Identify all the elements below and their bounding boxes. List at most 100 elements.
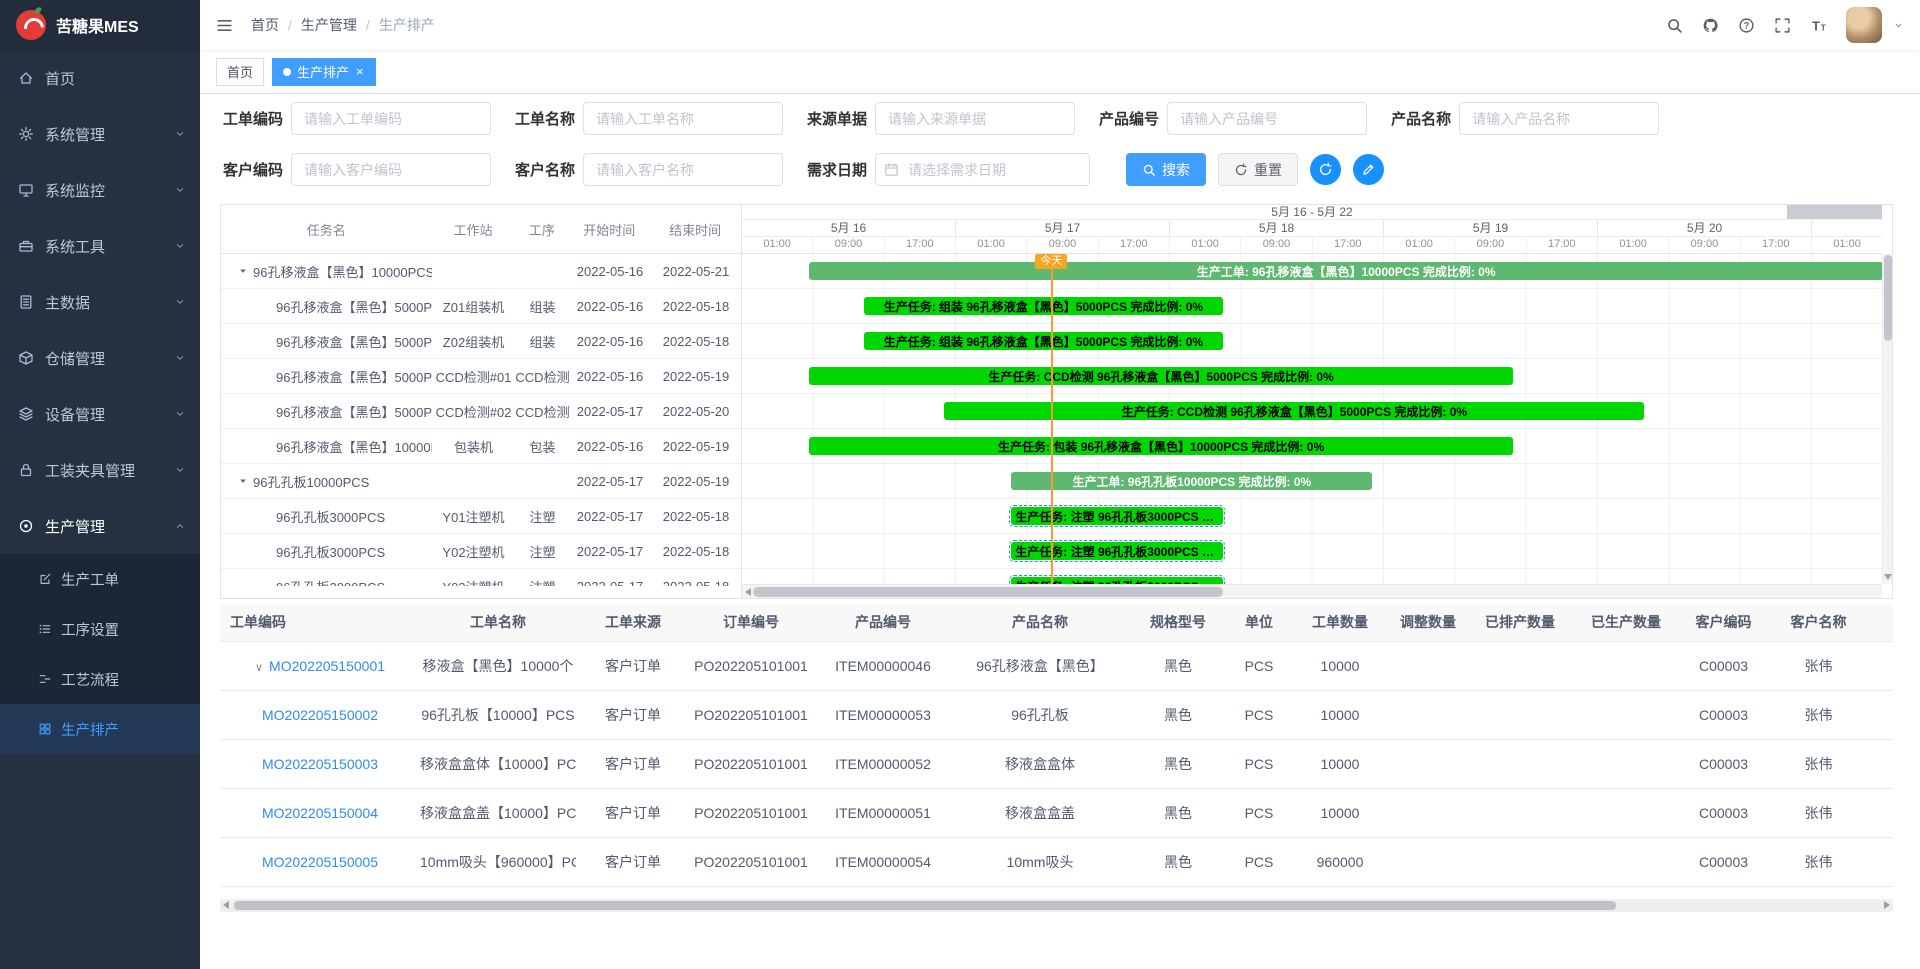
gantt-bar-order[interactable]: 生产工单: 96孔移液盒【黑色】10000PCS 完成比例: 0% — [809, 262, 1882, 280]
工单名称-input[interactable] — [583, 102, 783, 135]
order-row[interactable]: MO20220515000510mm吸头【960000】PCS客户订单PO202… — [220, 837, 1893, 886]
filter-label: 客户名称 — [515, 159, 575, 180]
search-icon[interactable] — [1666, 17, 1683, 34]
orders-hscroll-thumb[interactable] — [234, 901, 1616, 910]
sidebar-item-首页[interactable]: 首页 — [0, 50, 200, 106]
gantt-task-row[interactable]: 96孔移液盒【黑色】10000PCS2022-05-162022-05-21 — [221, 254, 741, 289]
客户编码-input[interactable] — [291, 153, 491, 186]
question-icon[interactable]: ? — [1738, 17, 1755, 34]
search-button[interactable]: 搜索 — [1126, 153, 1206, 186]
gantt-task-row[interactable]: 96孔移液盒【黑色】5000PCSCCD检测#02CCD检测2022-05-17… — [221, 394, 741, 429]
user-avatar[interactable] — [1846, 7, 1882, 43]
filter-panel: 工单编码工单名称来源单据产品编号产品名称 客户编码客户名称需求日期 搜索 重置 — [200, 94, 1920, 186]
tab-close-icon[interactable]: × — [355, 65, 365, 78]
order-row[interactable]: MO20220515000296孔孔板【10000】PCS客户订单PO20220… — [220, 690, 1893, 739]
gantt-bar-task[interactable]: 生产任务: CCD检测 96孔移液盒【黑色】5000PCS 完成比例: 0% — [809, 367, 1513, 385]
gantt-bar-task[interactable]: 生产任务: 注塑 96孔孔板3000PCS 完成比例: 0% — [1011, 577, 1222, 584]
tab-bar: 首页生产排产× — [200, 50, 1920, 94]
来源单据-input[interactable] — [875, 102, 1075, 135]
task-process: CCD检测 — [515, 367, 570, 386]
gantt-task-row[interactable]: 96孔孔板3000PCSY03注塑机注塑2022-05-172022-05-18 — [221, 569, 741, 586]
github-icon[interactable] — [1702, 17, 1719, 34]
gantt-horizontal-scrollbar[interactable] — [742, 584, 1882, 598]
gantt-hscroll-thumb[interactable] — [753, 587, 1223, 597]
gantt-task-row[interactable]: 96孔移液盒【黑色】5000PCSCCD检测#01CCD检测2022-05-16… — [221, 359, 741, 394]
gantt-range-band: 5月 16 - 5月 22 — [742, 205, 1882, 220]
gantt-bar-task[interactable]: 生产任务: 包装 96孔移液盒【黑色】10000PCS 完成比例: 0% — [809, 437, 1513, 455]
gantt-bar-task[interactable]: 生产任务: 组装 96孔移液盒【黑色】5000PCS 完成比例: 0% — [864, 332, 1222, 350]
work-order-link[interactable]: MO202205150004 — [262, 805, 378, 821]
order-row[interactable]: MO202205150004移液盒盒盖【10000】PCS客户订单PO20220… — [220, 788, 1893, 837]
scroll-left-arrow-icon[interactable] — [223, 901, 229, 909]
order-cell: 96孔移液盒【黑色】 — [954, 641, 1126, 690]
work-order-link[interactable]: MO202205150002 — [262, 707, 378, 723]
sidebar-subitem-工艺流程[interactable]: 工艺流程 — [0, 654, 200, 704]
工单编码-input[interactable] — [291, 102, 491, 135]
gantt-bar-order[interactable]: 生产工单: 96孔孔板10000PCS 完成比例: 0% — [1011, 472, 1372, 490]
scroll-left-arrow-icon[interactable] — [745, 588, 751, 596]
gantt-vscroll-thumb[interactable] — [1884, 255, 1892, 341]
gantt-task-row[interactable]: 96孔孔板3000PCSY01注塑机注塑2022-05-172022-05-18 — [221, 499, 741, 534]
order-row[interactable]: MO202205150003移液盒盒体【10000】PCS客户订单PO20220… — [220, 739, 1893, 788]
产品编号-input[interactable] — [1167, 102, 1367, 135]
order-cell: 客户订单 — [576, 641, 690, 690]
gantt-bar-task[interactable]: 生产任务: 注塑 96孔孔板3000PCS 完成比例: 0% — [1011, 542, 1222, 560]
active-tab-dot — [283, 68, 291, 76]
sidebar-item-生产管理[interactable]: 生产管理 — [0, 498, 200, 554]
refresh-gantt-button[interactable] — [1310, 154, 1341, 185]
sidebar-subitem-工序设置[interactable]: 工序设置 — [0, 604, 200, 654]
gantt-task-row[interactable]: 96孔孔板10000PCS2022-05-172022-05-19 — [221, 464, 741, 499]
gantt-task-row[interactable]: 96孔移液盒【黑色】5000PCSZ01组装机组装2022-05-162022-… — [221, 289, 741, 324]
reset-button[interactable]: 重置 — [1218, 153, 1298, 186]
order-cell: PO202205101001 — [690, 739, 812, 788]
order-row[interactable]: ∨MO202205150001移液盒【黑色】10000个客户订单PO202205… — [220, 641, 1893, 690]
sidebar-item-设备管理[interactable]: 设备管理 — [0, 386, 200, 442]
sidebar-item-系统工具[interactable]: 系统工具 — [0, 218, 200, 274]
user-menu-caret-icon[interactable] — [1893, 20, 1904, 31]
order-cell: 黑色 — [1126, 641, 1230, 690]
sidebar-toggle-hamburger-icon[interactable] — [216, 17, 233, 34]
sidebar-item-主数据[interactable]: 主数据 — [0, 274, 200, 330]
work-order-link[interactable]: MO202205150001 — [269, 658, 385, 674]
需求日期-input[interactable] — [875, 153, 1090, 186]
orders-column-header: 规格型号 — [1126, 604, 1230, 641]
font-size-icon[interactable]: TT — [1810, 17, 1827, 34]
work-order-link[interactable]: MO202205150003 — [262, 756, 378, 772]
orders-horizontal-scrollbar[interactable] — [220, 899, 1893, 912]
expand-chevron-icon[interactable]: ∨ — [255, 662, 263, 674]
gantt-bar-task[interactable]: 生产任务: 注塑 96孔孔板3000PCS 完成比例: 0% — [1011, 507, 1222, 525]
gantt-vertical-scrollbar[interactable] — [1882, 254, 1892, 584]
sidebar-item-系统监控[interactable]: 系统监控 — [0, 162, 200, 218]
gantt-task-row[interactable]: 96孔移液盒【黑色】10000PCS包装机包装2022-05-162022-05… — [221, 429, 741, 464]
breadcrumb-item[interactable]: 生产管理 — [301, 15, 357, 35]
gantt-bar-label: 生产任务: 组装 96孔移液盒【黑色】5000PCS 完成比例: 0% — [880, 298, 1207, 315]
order-cell: 10mm吸头 — [954, 837, 1126, 886]
tab-生产排产[interactable]: 生产排产× — [272, 58, 376, 86]
产品名称-input[interactable] — [1459, 102, 1659, 135]
scroll-right-arrow-icon[interactable] — [1884, 901, 1890, 909]
order-cell — [1392, 837, 1464, 886]
order-cell: 张伟 — [1771, 690, 1866, 739]
sidebar-subitem-生产工单[interactable]: 生产工单 — [0, 554, 200, 604]
gantt-hour-label: 09:00 — [1669, 237, 1740, 253]
sidebar-item-系统管理[interactable]: 系统管理 — [0, 106, 200, 162]
gantt-task-row[interactable]: 96孔移液盒【黑色】5000PCSZ02组装机组装2022-05-162022-… — [221, 324, 741, 359]
work-order-link[interactable]: MO202205150005 — [262, 854, 378, 870]
order-cell: PO202205101001 — [690, 788, 812, 837]
edit-gantt-button[interactable] — [1353, 154, 1384, 185]
fullscreen-icon[interactable] — [1774, 17, 1791, 34]
gantt-bar-task[interactable]: 生产任务: 组装 96孔移液盒【黑色】5000PCS 完成比例: 0% — [864, 297, 1222, 315]
tab-首页[interactable]: 首页 — [216, 58, 264, 86]
scroll-down-arrow-icon[interactable] — [1884, 574, 1892, 580]
gantt-bar-task[interactable]: 生产任务: CCD检测 96孔移液盒【黑色】5000PCS 完成比例: 0% — [944, 402, 1644, 420]
sidebar-subitem-生产排产[interactable]: 生产排产 — [0, 704, 200, 754]
breadcrumb-item[interactable]: 首页 — [251, 15, 279, 35]
sidebar-subitem-label: 工序设置 — [61, 619, 119, 640]
客户名称-input[interactable] — [583, 153, 783, 186]
gear-icon — [18, 126, 34, 142]
sidebar-item-仓储管理[interactable]: 仓储管理 — [0, 330, 200, 386]
gantt-task-row[interactable]: 96孔孔板3000PCSY02注塑机注塑2022-05-172022-05-18 — [221, 534, 741, 569]
sidebar-item-label: 系统管理 — [45, 124, 105, 145]
sidebar-subitem-label: 生产工单 — [61, 569, 119, 590]
sidebar-item-工装夹具管理[interactable]: 工装夹具管理 — [0, 442, 200, 498]
